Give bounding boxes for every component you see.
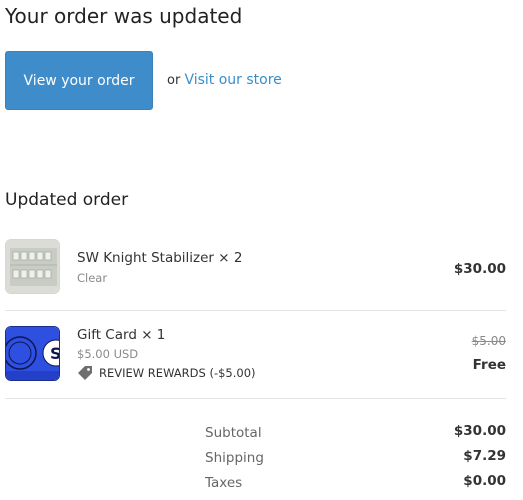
- stabilizer-thumbnail: [5, 239, 60, 294]
- page-title: Your order was updated: [5, 4, 243, 28]
- view-order-label: View your order: [23, 72, 135, 89]
- tag-icon: [78, 366, 92, 380]
- subtotal-label: Subtotal: [205, 425, 262, 441]
- taxes-row: Taxes $0.00: [205, 473, 506, 500]
- shipping-row: Shipping $7.29: [205, 448, 506, 475]
- taxes-label: Taxes: [205, 475, 243, 491]
- subtotal-row: Subtotal $30.00: [205, 423, 506, 450]
- item-original-price: $5.00: [471, 334, 506, 348]
- item-quantity: × 1: [141, 327, 166, 343]
- item-variant: Clear: [77, 271, 108, 285]
- shipping-value: $7.29: [463, 448, 506, 464]
- view-order-button[interactable]: View your order: [5, 51, 153, 110]
- item-name: SW Knight Stabilizer × 2: [77, 250, 243, 266]
- or-text: or: [167, 73, 181, 88]
- divider: [5, 310, 506, 311]
- taxes-value: $0.00: [463, 473, 506, 489]
- line-item-gift-card: S Gift Card × 1 $5.00 USD REVIEW REWARDS…: [5, 326, 506, 386]
- discount-badge: REVIEW REWARDS (-$5.00): [77, 365, 256, 381]
- subtotal-value: $30.00: [453, 423, 506, 439]
- svg-text:S: S: [50, 344, 60, 363]
- totals-table: Subtotal $30.00 Shipping $7.29 Taxes $0.…: [205, 423, 506, 500]
- item-price: $30.00: [453, 261, 506, 277]
- line-item-stabilizer: SW Knight Stabilizer × 2 Clear $30.00: [5, 239, 506, 295]
- item-price: Free: [472, 357, 506, 373]
- gift-card-thumbnail: S: [5, 326, 60, 381]
- section-title: Updated order: [5, 190, 129, 210]
- shipping-label: Shipping: [205, 450, 264, 466]
- discount-label: REVIEW REWARDS (-$5.00): [99, 366, 256, 380]
- item-variant: $5.00 USD: [77, 347, 139, 361]
- visit-store-link[interactable]: Visit our store: [184, 72, 281, 88]
- item-quantity: × 2: [218, 250, 243, 266]
- item-name: Gift Card × 1: [77, 327, 166, 343]
- divider: [5, 398, 506, 399]
- or-visit-store: or Visit our store: [167, 72, 282, 88]
